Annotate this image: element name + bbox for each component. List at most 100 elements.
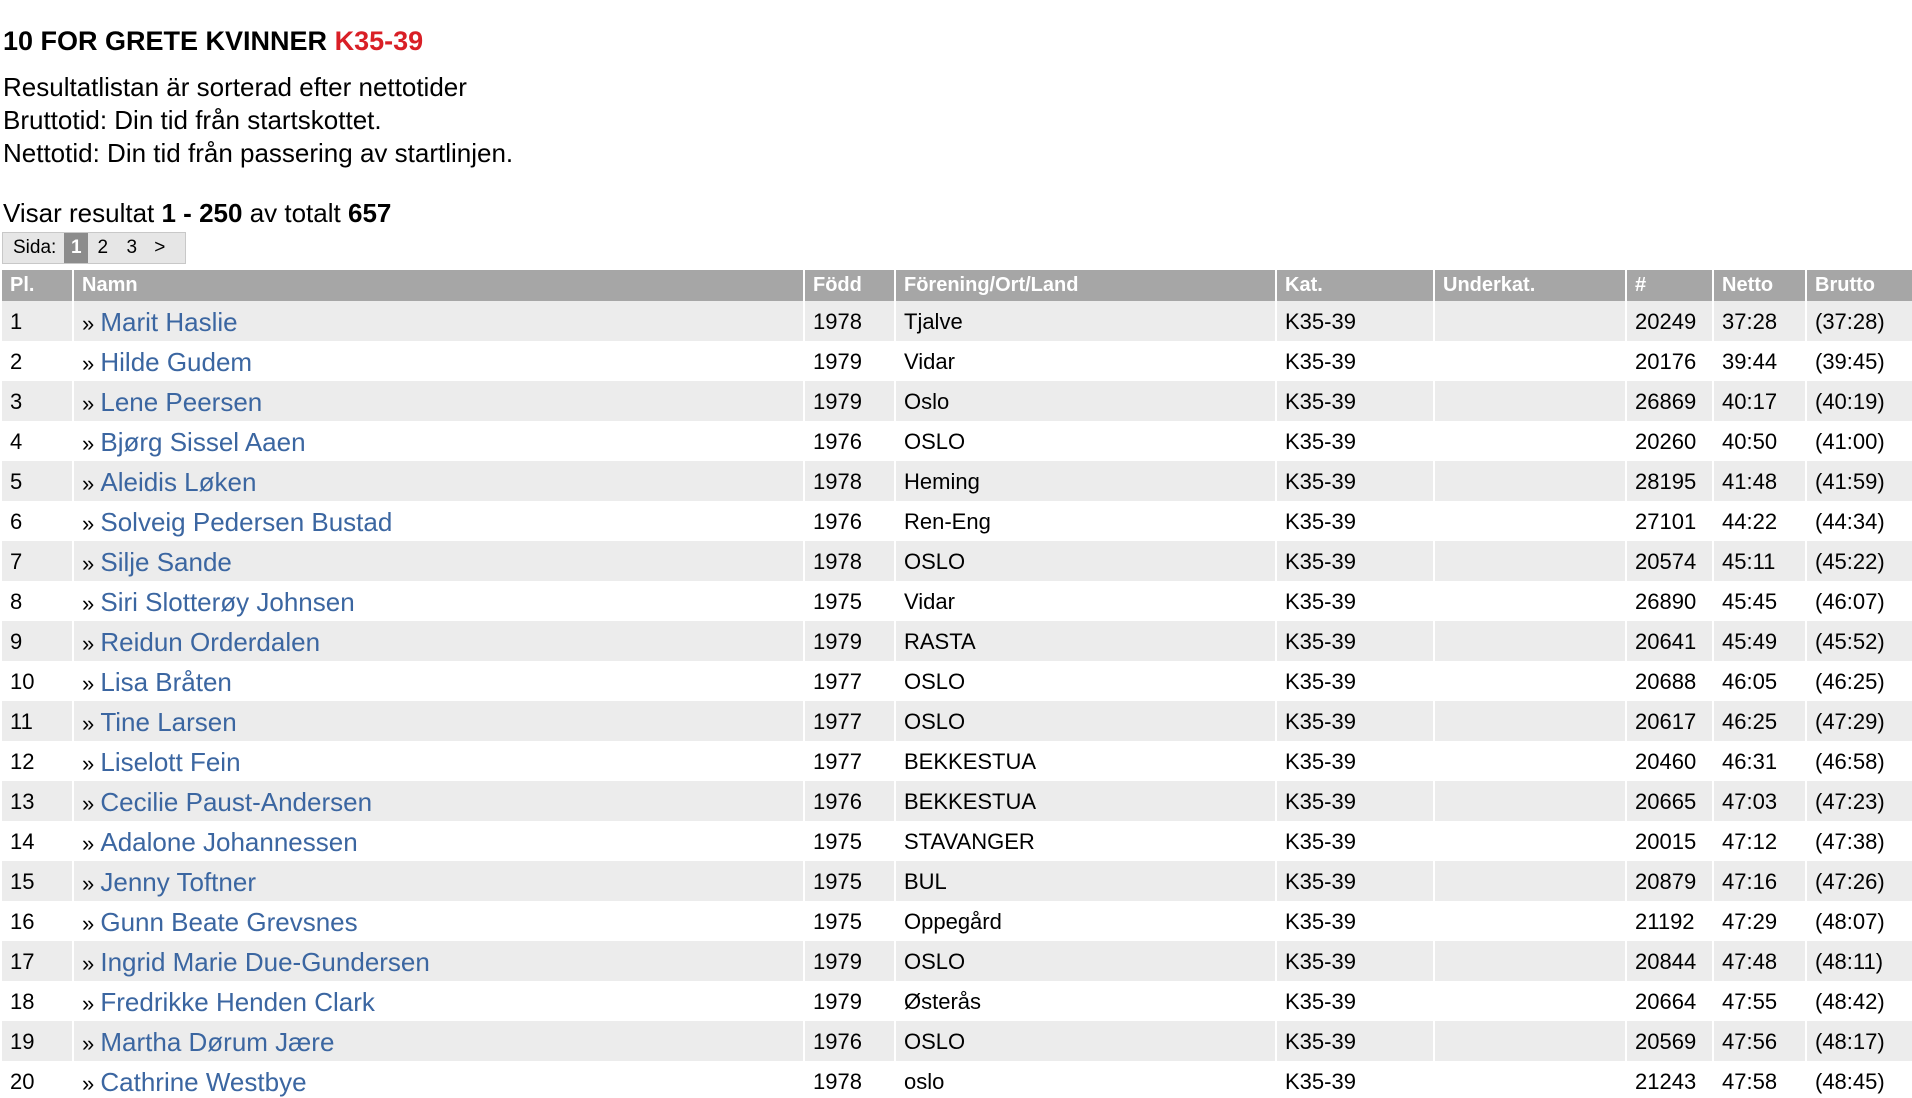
- header-born: Född: [804, 270, 896, 301]
- net-time-cell: 47:03: [1713, 781, 1807, 821]
- expand-arrow-icon[interactable]: »: [82, 751, 100, 776]
- runner-name-link[interactable]: Reidun Orderdalen: [100, 627, 320, 657]
- expand-arrow-icon[interactable]: »: [82, 911, 100, 936]
- expand-arrow-icon[interactable]: »: [82, 351, 100, 376]
- runner-name-link[interactable]: Lene Peersen: [100, 387, 262, 417]
- expand-arrow-icon[interactable]: »: [82, 671, 100, 696]
- name-cell: » Ingrid Marie Due-Gundersen: [73, 941, 805, 981]
- expand-arrow-icon[interactable]: »: [82, 1031, 100, 1056]
- table-row: 19» Martha Dørum Jære 1976 OSLO K35-39 20569…: [2, 1021, 1912, 1061]
- place-cell: 8: [2, 581, 74, 621]
- runner-name-link[interactable]: Aleidis Løken: [100, 467, 256, 497]
- runner-name-link[interactable]: Silje Sande: [100, 547, 232, 577]
- place-cell: 10: [2, 661, 74, 701]
- subcategory-cell: [1434, 1021, 1627, 1061]
- born-cell: 1978: [804, 461, 896, 501]
- net-time-cell: 41:48: [1713, 461, 1807, 501]
- page-2-link[interactable]: 2: [88, 233, 117, 263]
- runner-name-link[interactable]: Marit Haslie: [100, 307, 237, 337]
- table-header-row: Pl. Namn Född Förening/Ort/Land Kat. Und…: [2, 270, 1912, 301]
- expand-arrow-icon[interactable]: »: [82, 711, 100, 736]
- runner-name-link[interactable]: Solveig Pedersen Bustad: [100, 507, 392, 537]
- gross-time-cell: (37:28): [1806, 301, 1912, 341]
- info-text: Resultatlistan är sorterad efter nettoti…: [3, 71, 513, 170]
- page-1-button[interactable]: 1: [64, 233, 89, 263]
- place-cell: 16: [2, 901, 74, 941]
- subcategory-cell: [1434, 781, 1627, 821]
- runner-name-link[interactable]: Ingrid Marie Due-Gundersen: [100, 947, 430, 977]
- result-range: 1 - 250: [161, 198, 243, 228]
- gross-time-cell: (41:00): [1806, 421, 1912, 461]
- runner-name-link[interactable]: Fredrikke Henden Clark: [100, 987, 375, 1017]
- net-time-cell: 40:50: [1713, 421, 1807, 461]
- club-cell: Heming: [895, 461, 1277, 501]
- runner-name-link[interactable]: Tine Larsen: [100, 707, 236, 737]
- runner-name-link[interactable]: Jenny Toftner: [100, 867, 256, 897]
- page-title: 10 FOR GRETE KVINNER K35-39: [3, 26, 423, 57]
- header-category: Kat.: [1276, 270, 1435, 301]
- runner-name-link[interactable]: Gunn Beate Grevsnes: [100, 907, 357, 937]
- place-cell: 5: [2, 461, 74, 501]
- name-cell: » Fredrikke Henden Clark: [73, 981, 805, 1021]
- expand-arrow-icon[interactable]: »: [82, 511, 100, 536]
- runner-name-link[interactable]: Hilde Gudem: [100, 347, 252, 377]
- net-time-cell: 46:05: [1713, 661, 1807, 701]
- place-cell: 12: [2, 741, 74, 781]
- expand-arrow-icon[interactable]: »: [82, 471, 100, 496]
- category-cell: K35-39: [1276, 741, 1435, 781]
- runner-name-link[interactable]: Cecilie Paust-Andersen: [100, 787, 372, 817]
- expand-arrow-icon[interactable]: »: [82, 631, 100, 656]
- expand-arrow-icon[interactable]: »: [82, 1071, 100, 1096]
- subcategory-cell: [1434, 381, 1627, 421]
- runner-name-link[interactable]: Adalone Johannessen: [100, 827, 357, 857]
- runner-name-link[interactable]: Bjørg Sissel Aaen: [100, 427, 305, 457]
- expand-arrow-icon[interactable]: »: [82, 871, 100, 896]
- name-cell: » Liselott Fein: [73, 741, 805, 781]
- runner-name-link[interactable]: Martha Dørum Jære: [100, 1027, 334, 1057]
- place-cell: 15: [2, 861, 74, 901]
- expand-arrow-icon[interactable]: »: [82, 431, 100, 456]
- expand-arrow-icon[interactable]: »: [82, 311, 100, 336]
- net-time-cell: 45:11: [1713, 541, 1807, 581]
- header-name: Namn: [73, 270, 805, 301]
- bib-cell: 20688: [1626, 661, 1714, 701]
- name-cell: » Siri Slotterøy Johnsen: [73, 581, 805, 621]
- expand-arrow-icon[interactable]: »: [82, 791, 100, 816]
- header-gross-time: Brutto: [1806, 270, 1912, 301]
- gross-time-cell: (47:23): [1806, 781, 1912, 821]
- club-cell: Vidar: [895, 341, 1277, 381]
- category-cell: K35-39: [1276, 581, 1435, 621]
- net-time-cell: 46:31: [1713, 741, 1807, 781]
- runner-name-link[interactable]: Liselott Fein: [100, 747, 240, 777]
- runner-name-link[interactable]: Lisa Bråten: [100, 667, 232, 697]
- expand-arrow-icon[interactable]: »: [82, 951, 100, 976]
- place-cell: 4: [2, 421, 74, 461]
- bib-cell: 20176: [1626, 341, 1714, 381]
- name-cell: » Cathrine Westbye: [73, 1061, 805, 1098]
- expand-arrow-icon[interactable]: »: [82, 991, 100, 1016]
- gross-time-cell: (47:29): [1806, 701, 1912, 741]
- born-cell: 1976: [804, 781, 896, 821]
- bib-cell: 20664: [1626, 981, 1714, 1021]
- runner-name-link[interactable]: Cathrine Westbye: [100, 1067, 306, 1097]
- results-page: 10 FOR GRETE KVINNER K35-39 Resultatlist…: [0, 0, 1912, 1098]
- place-cell: 14: [2, 821, 74, 861]
- net-time-cell: 37:28: [1713, 301, 1807, 341]
- born-cell: 1978: [804, 301, 896, 341]
- category-cell: K35-39: [1276, 421, 1435, 461]
- name-cell: » Martha Dørum Jære: [73, 1021, 805, 1061]
- club-cell: OSLO: [895, 421, 1277, 461]
- next-page-link[interactable]: >: [146, 233, 173, 263]
- expand-arrow-icon[interactable]: »: [82, 551, 100, 576]
- category-cell: K35-39: [1276, 1061, 1435, 1098]
- runner-name-link[interactable]: Siri Slotterøy Johnsen: [100, 587, 354, 617]
- expand-arrow-icon[interactable]: »: [82, 591, 100, 616]
- gross-time-info: Bruttotid: Din tid från startskottet.: [3, 105, 382, 135]
- place-cell: 18: [2, 981, 74, 1021]
- category-cell: K35-39: [1276, 381, 1435, 421]
- net-time-cell: 44:22: [1713, 501, 1807, 541]
- net-time-cell: 47:12: [1713, 821, 1807, 861]
- page-3-link[interactable]: 3: [117, 233, 146, 263]
- expand-arrow-icon[interactable]: »: [82, 391, 100, 416]
- expand-arrow-icon[interactable]: »: [82, 831, 100, 856]
